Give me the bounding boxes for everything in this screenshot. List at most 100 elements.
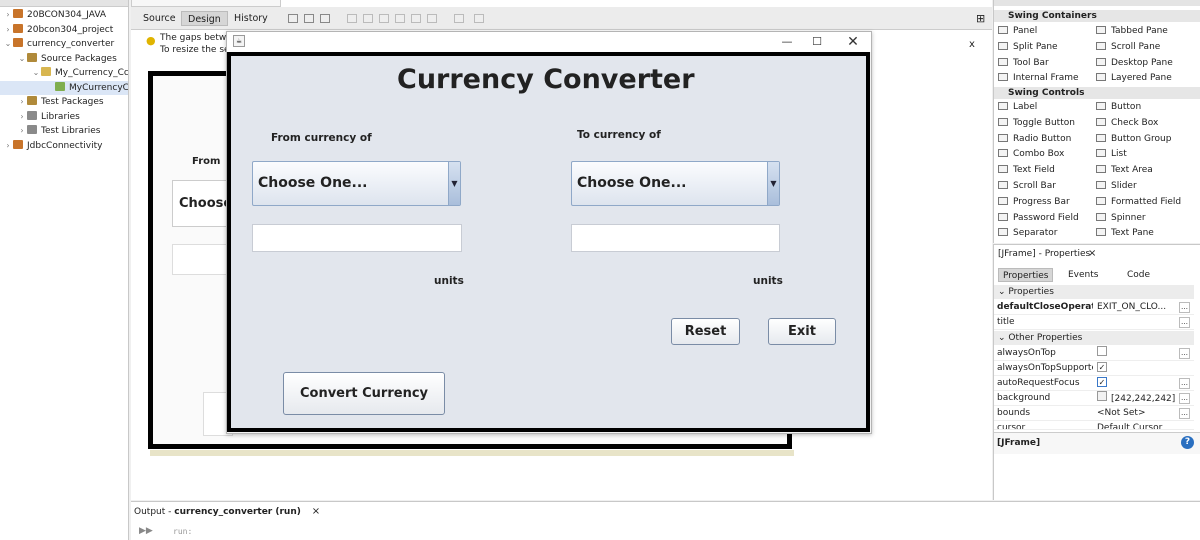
palette-item[interactable]: Spinner [1096, 211, 1146, 225]
preview-design-icon[interactable] [320, 14, 330, 23]
tree-toggle-icon[interactable]: ⌄ [17, 52, 27, 66]
palette-item[interactable]: Label [998, 100, 1037, 114]
palette-item[interactable]: Progress Bar [998, 195, 1070, 209]
palette-item[interactable]: Radio Button [998, 132, 1071, 146]
vertical-resize-icon[interactable] [474, 14, 484, 23]
properties-category[interactable]: ⌄ Properties [994, 285, 1194, 299]
tree-item[interactable]: › 20bcon304_project [0, 23, 128, 37]
prop-value[interactable]: EXIT_ON_CLO... [1097, 300, 1175, 315]
background-value[interactable]: [242,242,242] [1111, 394, 1175, 404]
palette-item[interactable]: Tool Bar [998, 56, 1049, 70]
tree-item[interactable]: ⌄ My_Currency_Cc [0, 66, 128, 80]
tab-design[interactable]: Design [181, 11, 228, 26]
palette-item[interactable]: Password Field [998, 211, 1079, 225]
tree-item[interactable]: › 20BCON304_JAVA [0, 8, 128, 22]
align-middle-icon[interactable] [427, 14, 437, 23]
maximize-window-icon[interactable]: ⊞ [976, 12, 985, 25]
prop-row-title[interactable]: title … [994, 315, 1194, 330]
editor-file-tab[interactable] [131, 0, 281, 7]
convert-currency-button[interactable]: Convert Currency [283, 372, 445, 415]
prop-value[interactable]: Default Cursor [1097, 421, 1175, 429]
help-icon[interactable]: ? [1181, 436, 1194, 449]
ellipsis-icon[interactable]: … [1179, 348, 1190, 359]
maximize-icon[interactable]: ☐ [803, 34, 831, 50]
to-amount-field[interactable] [571, 224, 780, 252]
palette-item[interactable]: Check Box [1096, 116, 1158, 130]
design-from-field[interactable] [172, 244, 232, 275]
palette-category-controls[interactable]: Swing Controls [994, 87, 1200, 99]
selection-mode-icon[interactable] [288, 14, 298, 23]
prop-row-close-operation[interactable]: defaultCloseOperatior EXIT_ON_CLO... … [994, 300, 1194, 315]
palette-tab-strip[interactable] [994, 0, 1200, 6]
tree-item[interactable]: ⌄ currency_converter [0, 37, 128, 51]
palette-item[interactable]: Layered Pane [1096, 71, 1172, 85]
exit-button[interactable]: Exit [768, 318, 836, 345]
prop-row-auto-request-focus[interactable]: autoRequestFocus ✓ … [994, 376, 1194, 391]
tree-toggle-icon[interactable]: › [3, 139, 13, 153]
ellipsis-icon[interactable]: … [1179, 317, 1190, 328]
prop-row-always-on-top-supported[interactable]: alwaysOnTopSupportec ✓ [994, 361, 1194, 376]
tab-events[interactable]: Events [1068, 270, 1098, 280]
tab-code[interactable]: Code [1127, 270, 1150, 280]
align-left-icon[interactable] [347, 14, 357, 23]
prop-row-cursor[interactable]: cursor Default Cursor [994, 421, 1194, 430]
preview-window-titlebar[interactable]: ☕ — ☐ ✕ [227, 32, 871, 52]
tree-item[interactable]: › JdbcConnectivity [0, 139, 128, 153]
palette-item[interactable]: Toggle Button [998, 116, 1075, 130]
palette-item[interactable]: Scroll Pane [1096, 40, 1160, 54]
tree-item[interactable]: › Test Libraries [0, 124, 128, 138]
palette-item[interactable]: Panel [998, 24, 1037, 38]
ellipsis-icon[interactable]: … [1179, 408, 1190, 419]
prop-row-background[interactable]: background [242,242,242] … [994, 391, 1194, 406]
properties-close-button[interactable]: × [1088, 248, 1096, 259]
palette-item[interactable]: Scroll Bar [998, 179, 1056, 193]
palette-item[interactable]: Text Area [1096, 163, 1153, 177]
align-right-icon[interactable] [363, 14, 373, 23]
always-on-top-checkbox[interactable] [1097, 346, 1107, 356]
ellipsis-icon[interactable]: … [1179, 302, 1190, 313]
tree-item[interactable]: MyCurrencyC [0, 80, 128, 95]
run-icon[interactable]: ▶▶ [139, 526, 153, 536]
ellipsis-icon[interactable]: … [1179, 378, 1190, 389]
tab-properties[interactable]: Properties [998, 268, 1054, 282]
tree-toggle-icon[interactable]: ⌄ [31, 66, 41, 80]
palette-item[interactable]: Button Group [1096, 132, 1171, 146]
design-from-combo[interactable]: Choose [172, 180, 232, 227]
palette-item[interactable]: Desktop Pane [1096, 56, 1173, 70]
reset-button[interactable]: Reset [671, 318, 740, 345]
align-bottom-icon[interactable] [411, 14, 421, 23]
prop-row-bounds[interactable]: bounds <Not Set> … [994, 406, 1194, 421]
align-center-icon[interactable] [379, 14, 389, 23]
palette-item[interactable]: Formatted Field [1096, 195, 1181, 209]
tree-toggle-icon[interactable]: › [3, 23, 13, 37]
tree-item[interactable]: › Test Packages [0, 95, 128, 109]
palette-item[interactable]: Slider [1096, 179, 1137, 193]
to-currency-combo[interactable]: Choose One... ▼ [571, 161, 780, 206]
output-tab[interactable]: Output - currency_converter (run) × [134, 504, 320, 520]
projects-tab-strip[interactable] [0, 0, 128, 7]
tree-item[interactable]: › Libraries [0, 110, 128, 124]
palette-item[interactable]: Internal Frame [998, 71, 1079, 85]
horizontal-resize-icon[interactable] [454, 14, 464, 23]
tab-history[interactable]: History [228, 11, 274, 26]
output-close-button[interactable]: × [312, 506, 320, 517]
palette-category-containers[interactable]: Swing Containers [994, 10, 1200, 22]
tree-item[interactable]: ⌄ Source Packages [0, 52, 128, 66]
hint-close-button[interactable]: x [969, 39, 975, 50]
palette-item[interactable]: Split Pane [998, 40, 1058, 54]
minimize-icon[interactable]: — [773, 34, 801, 50]
palette-item[interactable]: Combo Box [998, 147, 1064, 161]
tab-source[interactable]: Source [137, 11, 182, 26]
from-currency-combo[interactable]: Choose One... ▼ [252, 161, 461, 206]
palette-item[interactable]: Tabbed Pane [1096, 24, 1168, 38]
connection-mode-icon[interactable] [304, 14, 314, 23]
from-amount-field[interactable] [252, 224, 462, 252]
palette-item[interactable]: List [1096, 147, 1127, 161]
always-on-top-supported-checkbox[interactable]: ✓ [1097, 362, 1107, 372]
tree-toggle-icon[interactable]: › [3, 8, 13, 22]
prop-value[interactable]: <Not Set> [1097, 406, 1175, 421]
ellipsis-icon[interactable]: … [1179, 393, 1190, 404]
tree-toggle-icon[interactable]: › [17, 110, 27, 124]
align-top-icon[interactable] [395, 14, 405, 23]
palette-item[interactable]: Button [1096, 100, 1141, 114]
